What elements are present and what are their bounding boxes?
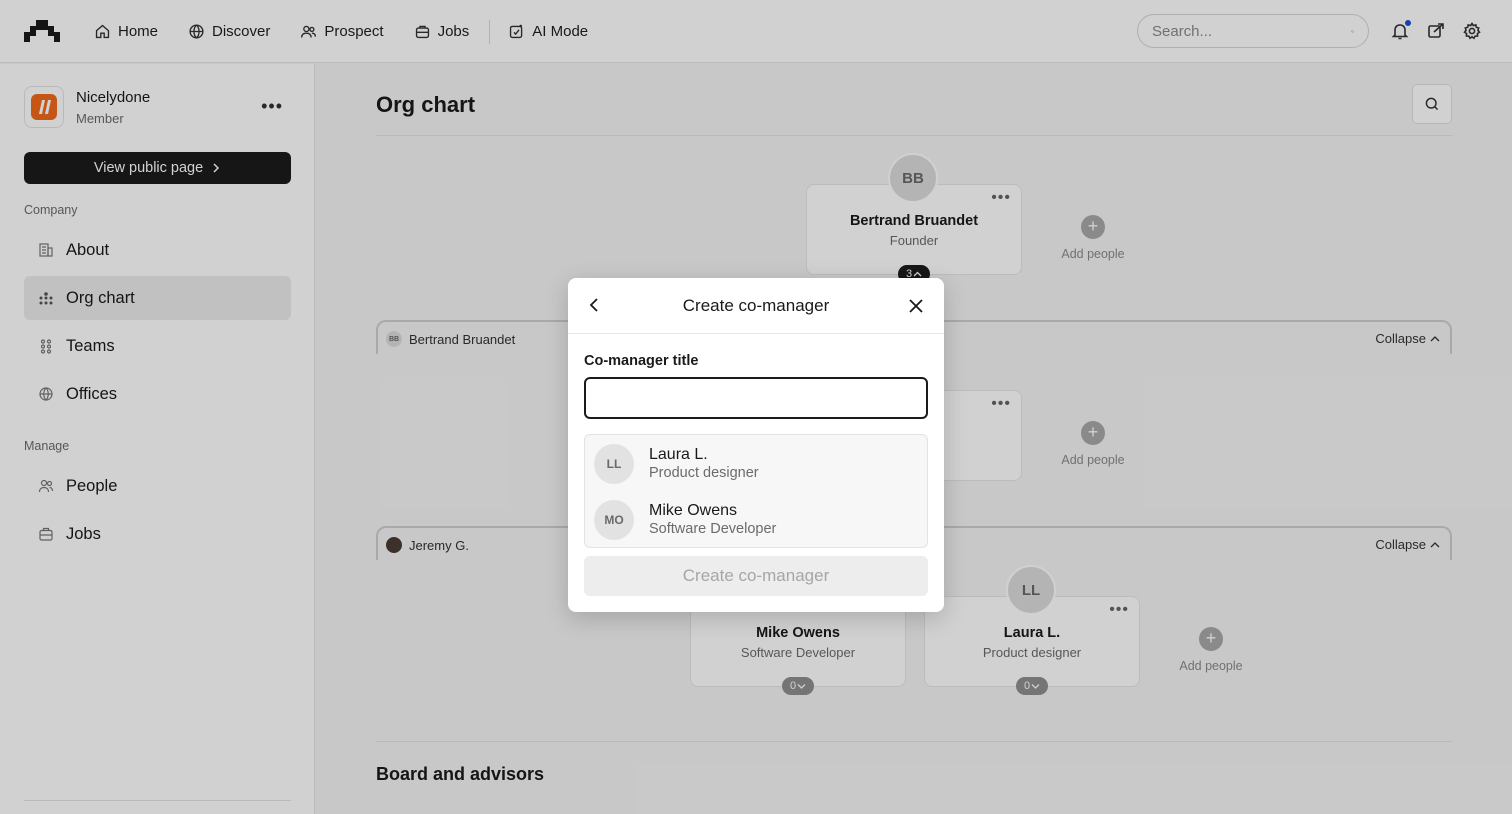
suggestion-item-mike[interactable]: MO Mike Owens Software Developer (585, 491, 927, 547)
co-manager-title-label: Co-manager title (584, 353, 699, 369)
suggestion-role: Software Developer (649, 521, 777, 537)
create-co-manager-button[interactable]: Create co-manager (584, 556, 928, 596)
co-manager-title-input[interactable] (584, 377, 928, 419)
close-icon[interactable] (906, 296, 926, 316)
suggestion-name: Laura L. (649, 446, 708, 463)
create-co-manager-dialog: Create co-manager Co-manager title LL La… (568, 278, 944, 612)
avatar: MO (594, 500, 634, 540)
suggestion-item-laura[interactable]: LL Laura L. Product designer (585, 435, 927, 491)
dialog-title: Create co-manager (682, 296, 830, 315)
people-suggestion-list: LL Laura L. Product designer MO Mike Owe… (584, 434, 928, 548)
suggestion-role: Product designer (649, 465, 759, 481)
suggestion-name: Mike Owens (649, 502, 738, 519)
dialog-header: Create co-manager (568, 278, 944, 334)
avatar: LL (594, 444, 634, 484)
